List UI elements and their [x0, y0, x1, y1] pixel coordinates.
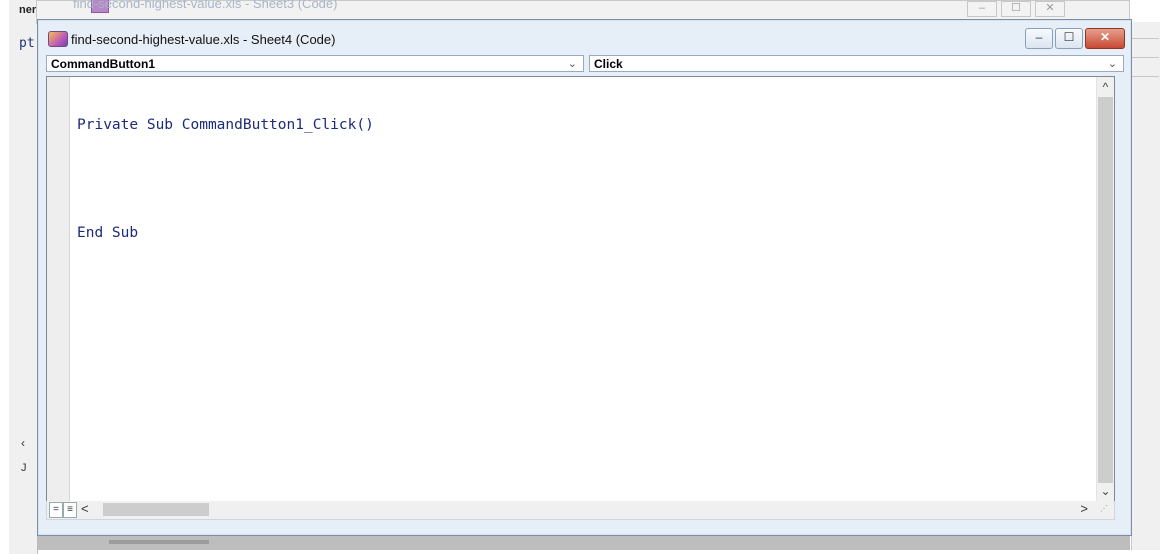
underlying-scroll-thumb[interactable]	[109, 540, 209, 544]
combo-row: CommandButton1 ⌄ Click ⌄	[46, 55, 1125, 73]
left-pane-marker: ‹	[21, 436, 25, 450]
vbe-right-pane	[1131, 22, 1160, 550]
vba-module-icon	[48, 31, 68, 47]
background-window-title: find-second-highest-value.xls - Sheet3 (…	[73, 0, 338, 11]
chevron-down-icon[interactable]: ⌄	[1108, 56, 1117, 73]
scroll-left-icon[interactable]: <	[81, 501, 89, 516]
close-button[interactable]: ✕	[1085, 28, 1125, 49]
procedure-dropdown[interactable]: Click ⌄	[589, 55, 1124, 72]
right-pane-divider	[1131, 76, 1159, 77]
margin-indicator-bar[interactable]	[47, 77, 70, 501]
right-pane-divider	[1131, 57, 1159, 58]
code-window[interactable]: find-second-highest-value.xls - Sheet4 (…	[37, 19, 1132, 536]
object-dropdown[interactable]: CommandButton1 ⌄	[46, 55, 584, 72]
minimize-button[interactable]: –	[1025, 28, 1053, 49]
background-window-controls: – ☐ ✕	[967, 1, 1065, 17]
vbe-left-pane: nera pt ‹ J	[9, 0, 42, 554]
code-line[interactable]: End Sub	[77, 224, 374, 242]
code-text[interactable]: Private Sub CommandButton1_Click() End S…	[77, 80, 374, 278]
background-minimize-button[interactable]: –	[967, 1, 997, 17]
chevron-down-icon[interactable]: ⌄	[568, 56, 577, 73]
full-module-view-button[interactable]: ≡	[63, 502, 77, 518]
background-close-button[interactable]: ✕	[1035, 1, 1065, 17]
procedure-dropdown-value: Click	[594, 57, 623, 71]
left-pane-marker-2: J	[21, 462, 27, 474]
bottom-bar: = ≡ < > ⋰	[46, 501, 1115, 520]
vertical-scroll-thumb[interactable]	[1098, 97, 1113, 483]
underlying-scrollbar[interactable]	[37, 536, 1130, 550]
vertical-scrollbar[interactable]: ^ ⌄	[1096, 77, 1114, 501]
window-controls: – ☐ ✕	[1025, 28, 1125, 49]
left-pane-code-fragment: pt	[19, 36, 35, 51]
object-dropdown-value: CommandButton1	[51, 57, 155, 71]
background-maximize-button[interactable]: ☐	[1001, 1, 1031, 17]
procedure-view-button[interactable]: =	[49, 502, 63, 518]
code-line[interactable]: Private Sub CommandButton1_Click()	[77, 116, 374, 134]
window-title: find-second-highest-value.xls - Sheet4 (…	[71, 32, 336, 47]
scroll-down-icon[interactable]: ⌄	[1097, 483, 1114, 499]
code-editor[interactable]: Private Sub CommandButton1_Click() End S…	[46, 76, 1115, 502]
scroll-up-icon[interactable]: ^	[1097, 79, 1114, 95]
resize-grip-icon[interactable]: ⋰	[1100, 504, 1108, 513]
scroll-right-icon[interactable]: >	[1080, 501, 1088, 516]
right-pane-divider	[1131, 38, 1159, 39]
title-bar[interactable]: find-second-highest-value.xls - Sheet4 (…	[38, 20, 1131, 54]
maximize-button[interactable]: ☐	[1055, 28, 1083, 49]
code-line-empty[interactable]	[77, 170, 374, 188]
horizontal-scroll-thumb[interactable]	[103, 503, 209, 516]
